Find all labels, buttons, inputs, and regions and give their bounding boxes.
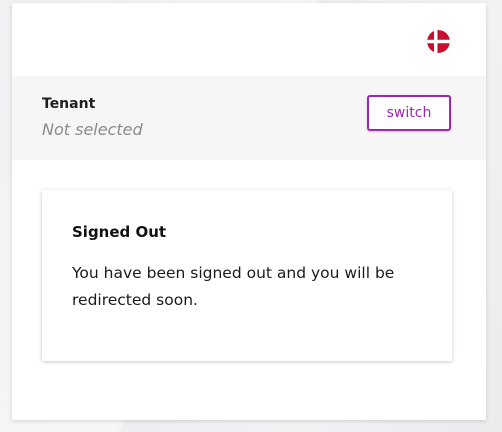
auth-panel: Tenant Not selected switch Signed Out Yo…	[12, 3, 486, 420]
switch-tenant-button[interactable]: switch	[367, 95, 451, 131]
message-body: You have been signed out and you will be…	[72, 264, 395, 309]
tenant-value: Not selected	[42, 120, 143, 139]
denmark-flag-icon[interactable]	[427, 30, 450, 53]
signed-out-message-card: Signed Out You have been signed out and …	[42, 190, 452, 361]
tenant-label: Tenant	[42, 96, 96, 112]
message-title: Signed Out	[72, 223, 167, 241]
tenant-bar: Tenant Not selected switch	[12, 76, 486, 160]
